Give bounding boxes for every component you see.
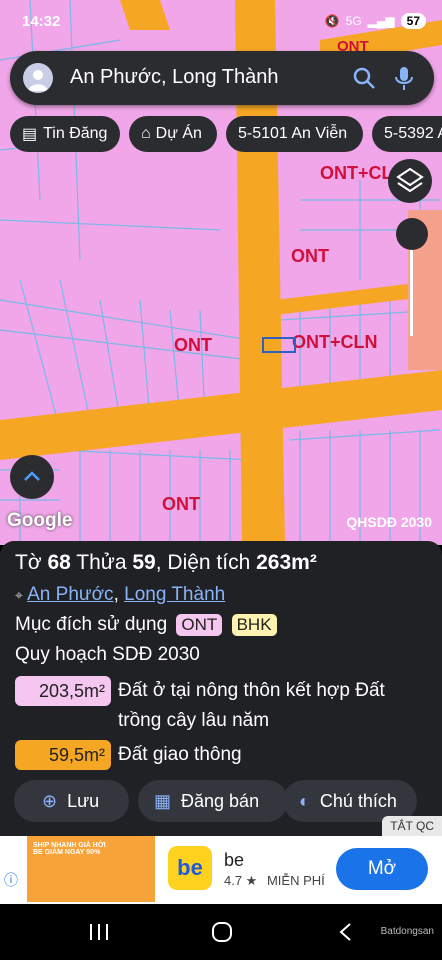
legend-label: Chú thích — [319, 790, 397, 811]
save-label: Lưu — [67, 790, 100, 811]
signal-label: 5G — [345, 14, 362, 28]
recent-apps-icon[interactable] — [88, 922, 110, 942]
chip-label: Dự Án — [155, 125, 202, 142]
purpose-tag: BHK — [231, 614, 277, 636]
layers-icon — [396, 167, 424, 193]
ad-banner-text: SHIP NHANH GIÁ HỜI BE GIẢM NGAY 50% — [33, 842, 106, 856]
opacity-slider-track[interactable] — [410, 250, 413, 336]
zone-label: ONT — [162, 494, 200, 514]
zone-label: ONT+CL — [320, 163, 393, 183]
contrast-icon: ◐ — [299, 790, 310, 811]
area-description: Đất giao thông — [118, 744, 242, 765]
chip-label: 5-5392 An — [384, 125, 442, 142]
microphone-icon[interactable] — [394, 65, 414, 91]
zone-label: ONT — [174, 335, 212, 355]
bookmark-plus-icon: ⊕ — [42, 790, 58, 811]
parcel-location: ⌖ An Phước, Long Thành — [15, 584, 226, 605]
post-sale-button[interactable]: ▦ Đăng bán — [138, 780, 288, 822]
post-sale-label: Đăng bán — [181, 790, 260, 811]
purpose-tag: ONT — [176, 614, 223, 636]
search-bar[interactable]: An Phước, Long Thành — [10, 51, 434, 105]
chip-an[interactable]: 5-5392 An — [372, 116, 442, 152]
area-value: 59,5m² — [15, 740, 111, 770]
mute-icon: 🔇 — [324, 14, 340, 28]
system-nav-bar: Batdongsan — [0, 904, 442, 960]
info-icon[interactable]: ⓘ — [4, 870, 18, 890]
status-bar: 14:32 🔇 5G ▂▄▆ 57 — [0, 0, 442, 44]
app-logo: be — [168, 846, 212, 890]
google-logo: Google — [7, 510, 73, 531]
search-text[interactable]: An Phước, Long Thành — [70, 66, 279, 89]
district-link[interactable]: Long Thành — [124, 584, 225, 605]
area-row: 59,5m² Đất giao thông — [15, 740, 435, 772]
ad-image[interactable]: SHIP NHANH GIÁ HỜI BE GIẢM NGAY 50% — [27, 836, 155, 902]
user-icon — [28, 70, 48, 91]
chip-du-an[interactable]: ⌂ Dự Án — [129, 116, 217, 152]
opacity-slider-handle[interactable] — [396, 218, 428, 250]
layer-name: QHSDĐ 2030 — [346, 514, 432, 530]
area-value: 203,5m² — [15, 676, 111, 706]
back-icon[interactable] — [336, 922, 356, 942]
area-row: 203,5m² Đất ở tại nông thôn kết hợp Đất … — [15, 676, 435, 736]
search-icon[interactable] — [352, 66, 376, 90]
selected-parcel[interactable] — [262, 337, 296, 353]
parcel-info-panel: Tờ 68 Thửa 59, Diện tích 263m² ⌖ An Phướ… — [0, 541, 442, 836]
filter-chips: ▤ Tin Đăng ⌂ Dự Án 5-5101 An Viễn 5-5392… — [10, 116, 442, 154]
layers-button[interactable] — [388, 159, 432, 203]
building-icon: ⌂ — [141, 125, 151, 142]
signal-icon: ▂▄▆ — [367, 14, 395, 28]
zone-label: ONT — [291, 246, 329, 266]
app-price: MIỄN PHÍ — [266, 873, 325, 888]
location-pin-icon: ⌖ — [15, 587, 23, 603]
chip-label: Tin Đăng — [43, 125, 108, 142]
area-description: Đất ở tại nông thôn kết hợp Đất trồng câ… — [118, 680, 385, 731]
app-meta: 4.7 ★ MIỄN PHÍ — [224, 873, 325, 889]
close-ad-button[interactable]: TẮT QC — [382, 816, 442, 836]
action-buttons: ⊕ Lưu ▦ Đăng bán ◐ Chú thích — [14, 780, 442, 822]
plan-label: Quy hoạch SDĐ 2030 — [15, 644, 200, 665]
chevron-up-icon — [24, 471, 40, 481]
watermark: Batdongsan — [380, 926, 434, 937]
purpose-label: Mục đích sử dụng — [15, 614, 168, 635]
land-purpose: Mục đích sử dụng ONT BHK — [15, 614, 277, 636]
newspaper-icon: ▤ — [22, 126, 38, 143]
home-icon[interactable] — [210, 920, 234, 944]
app-rating: 4.7 ★ — [224, 873, 258, 888]
app-name: be — [224, 850, 245, 870]
listing-icon: ▦ — [154, 790, 172, 811]
chip-label: 5-5101 An Viễn — [238, 125, 348, 142]
chip-tin-dang[interactable]: ▤ Tin Đăng — [10, 116, 120, 152]
clock: 14:32 — [22, 13, 61, 30]
battery-level: 57 — [400, 13, 426, 29]
avatar[interactable] — [23, 63, 53, 93]
commune-link[interactable]: An Phước — [27, 584, 113, 605]
open-app-button[interactable]: Mở — [336, 848, 428, 890]
save-button[interactable]: ⊕ Lưu — [14, 780, 129, 822]
chip-an-vien[interactable]: 5-5101 An Viễn — [226, 116, 363, 152]
parcel-title: Tờ 68 Thửa 59, Diện tích 263m² — [15, 551, 317, 574]
zone-label: ONT+CLN — [292, 332, 378, 352]
expand-up-button[interactable] — [10, 455, 54, 499]
